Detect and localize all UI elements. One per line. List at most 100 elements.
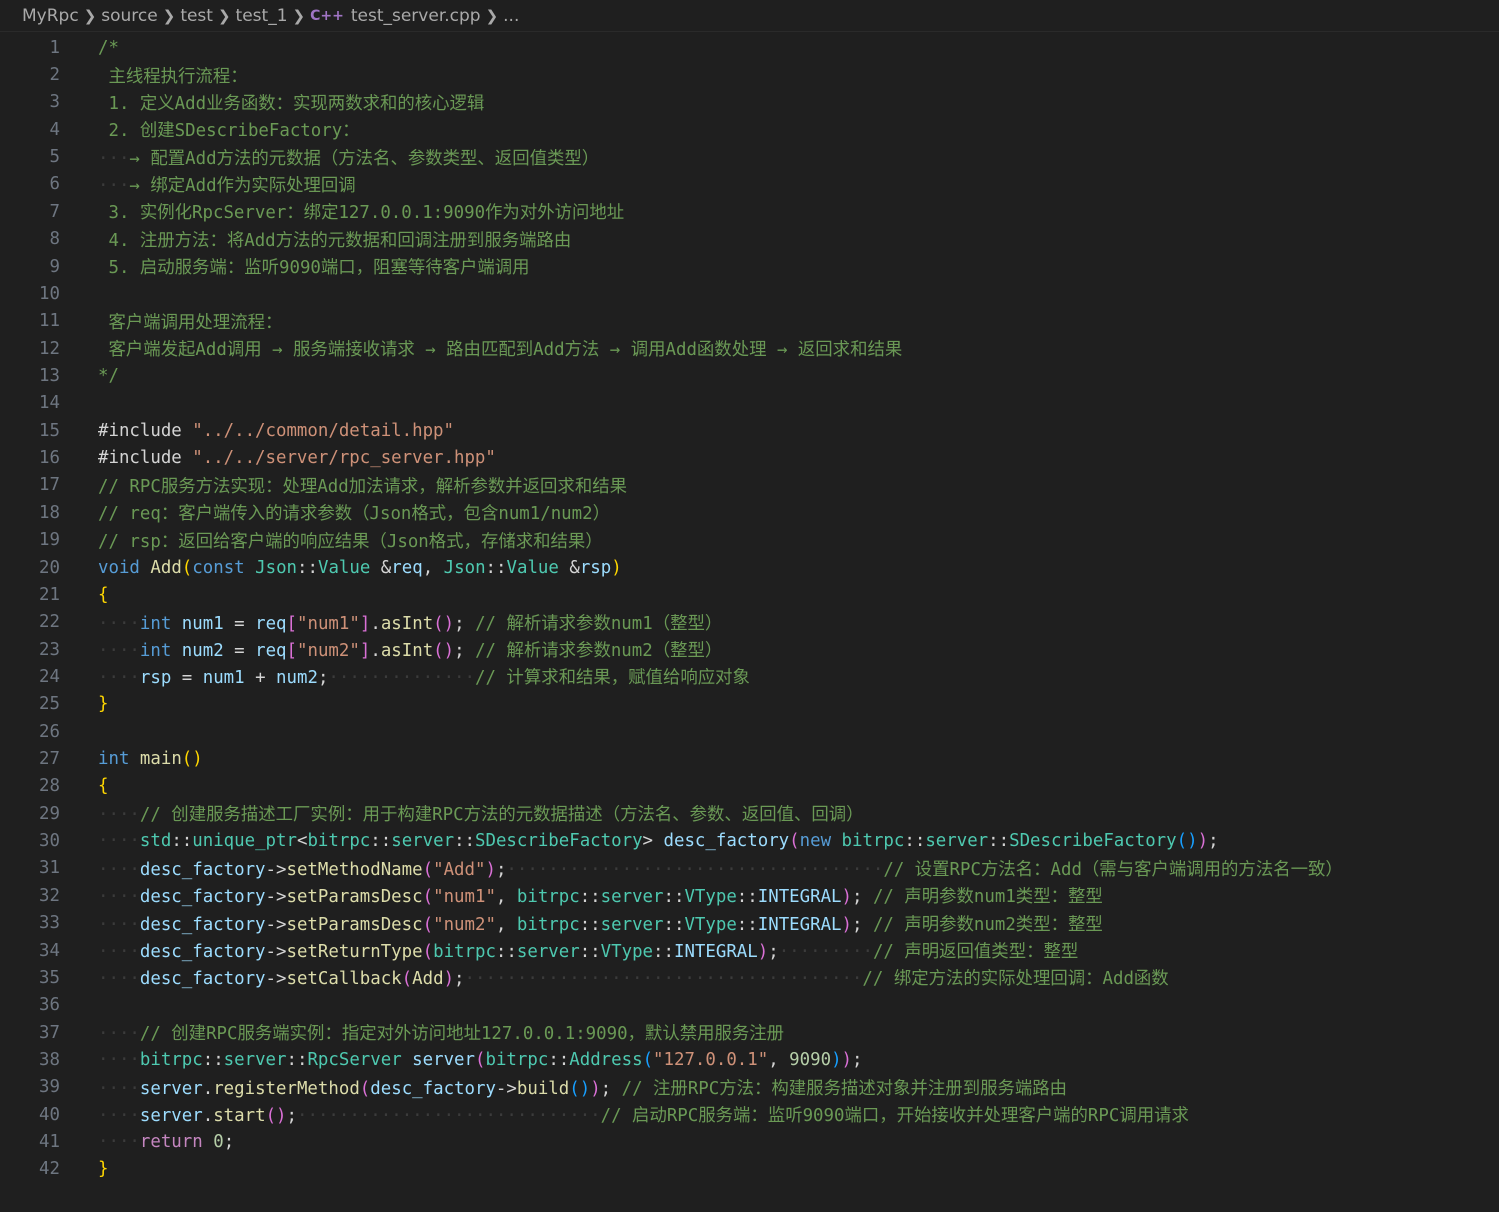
code-line[interactable]: 41 ····return 0; (0, 1128, 1499, 1155)
code-token: ····························· (297, 1106, 601, 1127)
code-line[interactable]: 1 /* (0, 34, 1499, 61)
code-line[interactable]: 8 4. 注册方法：将Add方法的元数据和回调注册到服务端路由 (0, 226, 1499, 253)
code-line[interactable]: 31 ····desc_factory->setMethodName("Add")… (0, 855, 1499, 882)
code-token: const (192, 557, 245, 578)
code-line[interactable]: 23 ····int num2 = req["num2"].asInt(); //… (0, 636, 1499, 663)
code-text: ····return 0; (98, 1132, 234, 1152)
code-line[interactable]: 11 客户端调用处理流程： (0, 308, 1499, 335)
code-token: setMethodName (286, 859, 423, 880)
code-line[interactable]: 25} (0, 691, 1499, 718)
code-text: int main() (98, 749, 203, 769)
code-line[interactable]: 2 主线程执行流程： (0, 61, 1499, 88)
code-token: . (370, 641, 381, 662)
breadcrumb-item-test-1[interactable]: test_1 (236, 6, 288, 26)
code-line[interactable]: 22 ····int num1 = req["num1"].asInt(); //… (0, 609, 1499, 636)
code-line[interactable]: 32 ····desc_factory->setParamsDesc("num1"… (0, 882, 1499, 909)
code-line[interactable]: 28 { (0, 773, 1499, 800)
code-line[interactable]: 30 ····std::unique_ptr<bitrpc::server::SD… (0, 827, 1499, 854)
code-token: server (600, 914, 664, 935)
chevron-right-icon: ❯ (83, 6, 97, 25)
code-line[interactable]: 12 客户端发起Add调用 → 服务端接收请求 → 路由匹配到Add方法 → 调… (0, 335, 1499, 362)
code-token: ········· (778, 942, 873, 963)
code-line[interactable]: 20 void Add(const Json::Value &req, Json:… (0, 554, 1499, 581)
code-text: #include "../../common/detail.hpp" (98, 421, 454, 441)
code-token: } (98, 1159, 109, 1180)
code-token: ( (475, 1049, 486, 1070)
code-token: -> (265, 914, 287, 935)
code-line[interactable]: 27 int main() (0, 745, 1499, 772)
code-line[interactable]: 35 ····desc_factory->setCallback(Add);···… (0, 964, 1499, 991)
code-line[interactable]: 6 ···→ 绑定Add作为实际处理回调 (0, 171, 1499, 198)
code-line[interactable]: 14 (0, 390, 1499, 417)
code-line[interactable]: 5 ···→ 配置Add方法的元数据（方法名、参数类型、返回值类型） (0, 143, 1499, 170)
code-token: ( (422, 942, 434, 963)
code-text: // rsp：返回给客户端的响应结果（Json格式，存储求和结果） (98, 528, 603, 553)
code-token: :: (548, 1049, 570, 1070)
code-line[interactable]: 40 ····server.start();···················… (0, 1101, 1499, 1128)
code-line[interactable]: 13 */ (0, 362, 1499, 389)
code-token: [ (286, 613, 298, 634)
code-token: ( (359, 1078, 371, 1099)
code-line[interactable]: 10 (0, 280, 1499, 307)
code-token: ·············· (328, 668, 476, 689)
code-text: ····server.start();·····················… (98, 1102, 1189, 1127)
code-line[interactable]: 18 // req：客户端传入的请求参数（Json格式，包含num1/num2） (0, 499, 1499, 526)
code-token: "num2" (433, 914, 496, 935)
code-token: #include (98, 448, 193, 469)
code-line[interactable]: 17 // RPC服务方法实现：处理Add加法请求，解析参数并返回求和结果 (0, 472, 1499, 499)
code-text: 2. 创建SDescribeFactory： (98, 117, 359, 142)
code-token: VType (684, 887, 737, 908)
code-token: return (139, 1132, 203, 1153)
code-token: // 设置RPC方法名：Add（需与客户端调用的方法名一致） (883, 859, 1343, 880)
line-number: 38 (39, 1049, 60, 1070)
code-token: 4. 注册方法：将Add方法的元数据和回调注册到服务端路由 (98, 230, 572, 251)
breadcrumb-file[interactable]: test_server.cpp (351, 6, 481, 26)
code-token: server (223, 1049, 287, 1070)
code-line[interactable]: 29 ····// 创建服务描述工厂实例：用于构建RPC方法的元数据描述（方法名、… (0, 800, 1499, 827)
code-token: std (139, 831, 172, 852)
code-line[interactable]: 4 2. 创建SDescribeFactory： (0, 116, 1499, 143)
code-line[interactable]: 16 #include "../../server/rpc_server.hpp" (0, 444, 1499, 471)
code-editor[interactable]: 1/* 2 主线程执行流程： 3 1. 定义Add业务函数：实现两数求和的核心逻辑 4… (0, 32, 1499, 1183)
code-token: ···· (98, 1049, 140, 1070)
code-token: → 配置Add方法的元数据（方法名、参数类型、返回值类型） (129, 148, 600, 169)
code-line[interactable]: 42} (0, 1156, 1499, 1183)
code-line[interactable]: 39 ····server.registerMethod(desc_factory… (0, 1074, 1499, 1101)
chevron-right-icon: ❯ (292, 6, 306, 25)
code-line[interactable]: 21 { (0, 581, 1499, 608)
code-token: ; (454, 641, 476, 662)
code-token: () (265, 1106, 287, 1127)
code-line[interactable]: 7 3. 实例化RpcServer：绑定127.0.0.1:9090作为对外访问… (0, 198, 1499, 225)
code-token: // req：客户端传入的请求参数（Json格式，包含num1/num2） (98, 504, 610, 525)
breadcrumb-item-source[interactable]: source (101, 6, 157, 26)
code-token: ) (590, 1078, 601, 1099)
breadcrumb-item-myrpc[interactable]: MyRpc (22, 6, 79, 26)
code-line[interactable]: 37 ····// 创建RPC服务端实例：指定对外访问地址127.0.0.1:90… (0, 1019, 1499, 1046)
code-line[interactable]: 38 ····bitrpc::server::RpcServer server(b… (0, 1046, 1499, 1073)
code-line[interactable]: 24 ····rsp = num1 + num2;··············//… (0, 663, 1499, 690)
code-line[interactable]: 33 ····desc_factory->setParamsDesc("num2"… (0, 910, 1499, 937)
code-token: { (98, 776, 109, 797)
code-token: desc_factory (139, 887, 266, 908)
breadcrumb-symbols[interactable]: ... (503, 6, 519, 26)
code-line[interactable]: 36 (0, 992, 1499, 1019)
code-token: :: (370, 831, 392, 852)
code-token: :: (904, 831, 926, 852)
breadcrumb-item-test[interactable]: test (180, 6, 213, 26)
code-token: . (202, 1106, 214, 1127)
code-token: SDescribeFactory (475, 831, 643, 852)
code-line[interactable]: 34 ····desc_factory->setReturnType(bitrpc… (0, 937, 1499, 964)
code-token: // 注册RPC方法：构建服务描述对象并注册到服务端路由 (621, 1078, 1068, 1099)
code-text: ····desc_factory->setParamsDesc("num1", … (98, 883, 1103, 908)
code-line[interactable]: 3 1. 定义Add业务函数：实现两数求和的核心逻辑 (0, 89, 1499, 116)
code-token: num2 (276, 668, 318, 689)
code-text: 主线程执行流程： (98, 63, 247, 88)
code-token: bitrpc (841, 831, 905, 852)
code-line[interactable]: 19 // rsp：返回给客户端的响应结果（Json格式，存储求和结果） (0, 526, 1499, 553)
code-line[interactable]: 9 5. 启动服务端：监听9090端口，阻塞等待客户端调用 (0, 253, 1499, 280)
code-token: ( (422, 859, 434, 880)
code-line[interactable]: 15 #include "../../common/detail.hpp" (0, 417, 1499, 444)
code-line[interactable]: 26 (0, 718, 1499, 745)
code-text: ····int num1 = req["num1"].asInt(); // 解… (98, 610, 722, 635)
code-token: INTEGRAL (757, 914, 842, 935)
